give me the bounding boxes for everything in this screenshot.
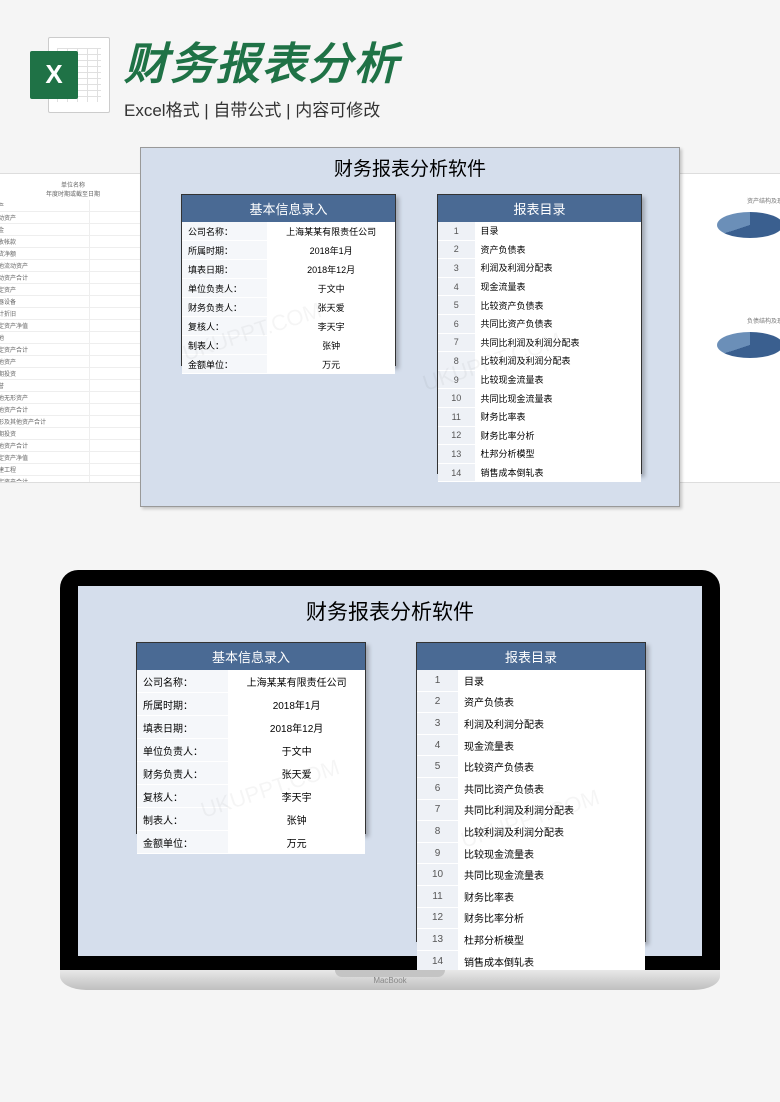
toc-row[interactable]: 8比较利润及利润分配表 — [438, 352, 641, 371]
info-row: 填表日期：2018年12月 — [137, 716, 365, 739]
main-panel: 财务报表分析软件 基本信息录入 公司名称：上海某某有限责任公司所属时期：2018… — [78, 586, 702, 956]
toc-row[interactable]: 1目录 — [438, 222, 641, 240]
list-item: 应收帐款 — [0, 236, 157, 248]
toc-table: 1目录2资产负债表3利润及利润分配表4现金流量表5比较资产负债表6共同比资产负债… — [438, 222, 641, 482]
toc-row[interactable]: 3利润及利润分配表 — [417, 713, 645, 735]
toc-row[interactable]: 1目录 — [417, 670, 645, 691]
toc-row[interactable]: 8比较利润及利润分配表 — [417, 821, 645, 843]
toc-table-2: 1目录2资产负债表3利润及利润分配表4现金流量表5比较资产负债表6共同比资产负债… — [417, 670, 645, 972]
toc-row[interactable]: 9比较现金流量表 — [417, 842, 645, 864]
info-row: 所属时期：2018年1月 — [182, 241, 395, 260]
list-item: 固定资产 — [0, 284, 157, 296]
preview-flat: 单位名称 年度时期或截至日期 资产流动资产现金应收帐款存货净额其他流动资产流动资… — [0, 139, 780, 539]
toc-card: 报表目录 1目录2资产负债表3利润及利润分配表4现金流量表5比较资产负债表6共同… — [416, 642, 646, 942]
info-row: 公司名称：上海某某有限责任公司 — [182, 222, 395, 241]
info-row: 复核人：李天宇 — [137, 785, 365, 808]
list-item: 其他流动资产 — [0, 260, 157, 272]
panel-title: 财务报表分析软件 — [141, 154, 679, 181]
info-row: 金额单位：万元 — [182, 355, 395, 374]
toc-row[interactable]: 6共同比资产负债表 — [417, 777, 645, 799]
info-card: 基本信息录入 公司名称：上海某某有限责任公司所属时期：2018年1月填表日期：2… — [181, 194, 396, 366]
info-row: 制表人：张钟 — [137, 808, 365, 831]
info-row: 公司名称：上海某某有限责任公司 — [137, 670, 365, 693]
toc-row[interactable]: 10共同比现金流量表 — [438, 389, 641, 408]
excel-icon: X — [30, 35, 110, 115]
info-row: 金额单位：万元 — [137, 831, 365, 854]
toc-row[interactable]: 14销售成本倒轧表 — [438, 463, 641, 482]
info-row: 复核人：李天宇 — [182, 317, 395, 336]
toc-row[interactable]: 5比较资产负债表 — [417, 756, 645, 778]
laptop-mockup: 财务报表分析软件 基本信息录入 公司名称：上海某某有限责任公司所属时期：2018… — [60, 570, 720, 990]
toc-card: 报表目录 1目录2资产负债表3利润及利润分配表4现金流量表5比较资产负债表6共同… — [437, 194, 642, 474]
list-item: 流动资产 — [0, 212, 157, 224]
toc-row[interactable]: 14销售成本倒轧表 — [417, 950, 645, 972]
toc-row[interactable]: 7共同比利润及利润分配表 — [417, 799, 645, 821]
list-item: 长期投资 — [0, 428, 157, 440]
list-item: 固定资产合计 — [0, 344, 157, 356]
toc-row[interactable]: 11财务比率表 — [438, 407, 641, 426]
list-item: 流动资产合计 — [0, 272, 157, 284]
toc-row[interactable]: 11财务比率表 — [417, 885, 645, 907]
toc-row[interactable]: 9比较现金流量表 — [438, 370, 641, 389]
list-item: 商誉 — [0, 380, 157, 392]
subtitle: Excel格式 | 自带公式 | 内容可修改 — [124, 96, 750, 121]
page-title: 财务报表分析 — [124, 28, 750, 92]
list-item: 累计折旧 — [0, 308, 157, 320]
panel-title: 财务报表分析软件 — [78, 596, 702, 626]
list-item: 存货净额 — [0, 248, 157, 260]
info-table: 公司名称：上海某某有限责任公司所属时期：2018年1月填表日期：2018年12月… — [182, 222, 395, 374]
pie-icon — [717, 212, 780, 238]
info-card: 基本信息录入 公司名称：上海某某有限责任公司所属时期：2018年1月填表日期：2… — [136, 642, 366, 834]
macbook-label: MacBook — [60, 976, 720, 985]
toc-row[interactable]: 12财务比率分析 — [438, 426, 641, 445]
toc-row[interactable]: 12财务比率分析 — [417, 907, 645, 929]
toc-row[interactable]: 4现金流量表 — [417, 734, 645, 756]
info-row: 所属时期：2018年1月 — [137, 693, 365, 716]
list-item: 其他资产 — [0, 356, 157, 368]
list-item: 资产 — [0, 200, 157, 212]
list-item: 固定资产合计 — [0, 476, 157, 483]
list-item: 在建工程 — [0, 464, 157, 476]
toc-row[interactable]: 6共同比资产负债表 — [438, 314, 641, 333]
info-table-2: 公司名称：上海某某有限责任公司所属时期：2018年1月填表日期：2018年12月… — [137, 670, 365, 854]
list-item: 机器设备 — [0, 296, 157, 308]
info-row: 制表人：张钟 — [182, 336, 395, 355]
list-item: 固定资产净值 — [0, 320, 157, 332]
toc-row[interactable]: 10共同比现金流量表 — [417, 864, 645, 886]
list-item: 其他资产合计 — [0, 404, 157, 416]
list-item: 长期投资 — [0, 368, 157, 380]
toc-row[interactable]: 7共同比利润及利润分配表 — [438, 333, 641, 352]
list-item: 现金 — [0, 224, 157, 236]
info-row: 财务负责人：张天爱 — [137, 762, 365, 785]
list-item: 其他资产合计 — [0, 440, 157, 452]
list-item: 其他无形资产 — [0, 392, 157, 404]
info-row: 单位负责人：于文中 — [182, 279, 395, 298]
toc-row[interactable]: 5比较资产负债表 — [438, 296, 641, 315]
toc-row[interactable]: 13杜邦分析模型 — [417, 929, 645, 951]
pie-icon — [717, 332, 780, 358]
list-item: 固定资产净值 — [0, 452, 157, 464]
side-worksheet: 单位名称 年度时期或截至日期 资产流动资产现金应收帐款存货净额其他流动资产流动资… — [0, 173, 158, 483]
toc-row[interactable]: 4现金流量表 — [438, 277, 641, 296]
card-header: 基本信息录入 — [182, 195, 395, 222]
toc-row[interactable]: 13杜邦分析模型 — [438, 445, 641, 464]
header: X 财务报表分析 Excel格式 | 自带公式 | 内容可修改 — [0, 0, 780, 129]
info-row: 填表日期：2018年12月 — [182, 260, 395, 279]
info-row: 财务负责人：张天爱 — [182, 298, 395, 317]
info-row: 单位负责人：于文中 — [137, 739, 365, 762]
card-header: 报表目录 — [438, 195, 641, 222]
list-item: 无形及其他资产合计 — [0, 416, 157, 428]
toc-row[interactable]: 3利润及利润分配表 — [438, 259, 641, 278]
toc-row[interactable]: 2资产负债表 — [438, 240, 641, 259]
main-panel: 财务报表分析软件 基本信息录入 公司名称：上海某某有限责任公司所属时期：2018… — [140, 147, 680, 507]
list-item: 土地 — [0, 332, 157, 344]
toc-row[interactable]: 2资产负债表 — [417, 691, 645, 713]
side-rows: 资产流动资产现金应收帐款存货净额其他流动资产流动资产合计固定资产机器设备累计折旧… — [0, 200, 157, 483]
